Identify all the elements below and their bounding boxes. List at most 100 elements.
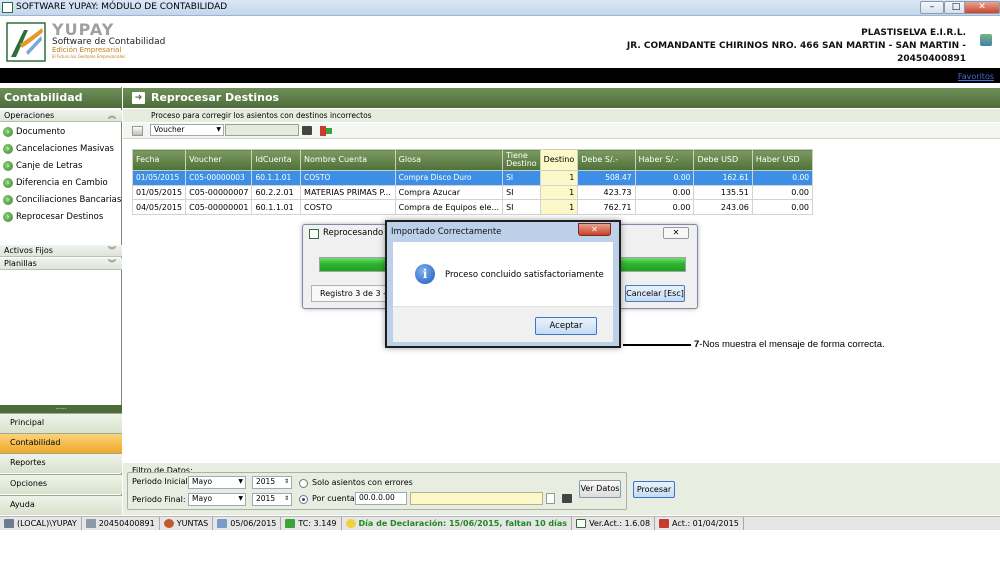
message-footer: Aceptar [393, 306, 613, 342]
export-icon[interactable] [320, 125, 332, 136]
binoculars-icon[interactable] [562, 494, 572, 503]
periodo-inicial-anio-stepper[interactable]: 2015 ⇕ [252, 476, 292, 489]
binoculars-icon[interactable] [302, 126, 312, 135]
sidebar-item-cancelaciones[interactable]: › Cancelaciones Masivas [3, 141, 114, 157]
arrow-right-icon: › [3, 161, 13, 171]
section-planillas[interactable]: Planillas ︾ [0, 258, 122, 270]
sidebar-item-reprocesar[interactable]: › Reprocesar Destinos [3, 209, 103, 225]
tab-principal[interactable]: Principal [0, 413, 122, 433]
accept-button[interactable]: Aceptar [535, 317, 597, 335]
section-activos-fijos[interactable]: Activos Fijos ︾ [0, 245, 122, 257]
sidebar-item-label: Reprocesar Destinos [16, 212, 104, 222]
ver-datos-button[interactable]: Ver Datos [579, 480, 621, 498]
cell-debe-usd: 243.06 [693, 199, 753, 215]
chevron-up-icon: ︽ [108, 111, 116, 120]
sidebar-item-canje[interactable]: › Canje de Letras [3, 158, 82, 174]
col-voucher[interactable]: Voucher [185, 149, 253, 171]
col-haber-soles[interactable]: Haber S/.- [634, 149, 695, 171]
annotation-caption: -Nos muestra el mensaje de forma correct… [699, 339, 885, 350]
company-address: JR. COMANDANTE CHIRINOS NRO. 466 SAN MAR… [626, 41, 966, 51]
message-close-button[interactable]: ✕ [578, 223, 611, 236]
cell-glosa: Compra Azucar [394, 184, 504, 201]
table-row[interactable]: 01/05/2015 C05-00000003 60.1.1.01 COSTO … [131, 170, 814, 186]
radio-por-cuenta[interactable] [299, 495, 308, 504]
cell-voucher: C05-00000007 [185, 184, 253, 201]
tab-ayuda[interactable]: Ayuda [0, 495, 122, 515]
cell-tiene-destino: SI [502, 199, 541, 215]
tab-opciones[interactable]: Opciones [0, 474, 122, 494]
cell-fecha: 01/05/2015 [131, 170, 187, 186]
periodo-inicial-mes-value: Mayo [192, 477, 213, 486]
col-tiene-destino[interactable]: Tiene Destino [502, 149, 541, 171]
status-bar: (LOCAL)\YUPAY 20450400891 YUNTAS 05/06/2… [0, 516, 1000, 530]
col-fecha[interactable]: Fecha [131, 149, 187, 171]
sidebar-splitter[interactable]: ...... [0, 405, 122, 413]
favorites-link[interactable]: Favoritos [958, 72, 994, 81]
cell-debe-soles: 762.71 [577, 199, 636, 215]
status-server-text: (LOCAL)\YUPAY [17, 519, 77, 528]
status-version-text: Ver.Act.: 1.6.08 [589, 519, 651, 528]
arrow-right-icon: › [3, 195, 13, 205]
minimize-button[interactable]: – [920, 1, 944, 14]
table-row[interactable]: 01/05/2015 C05-00000007 60.2.2.01 MATERI… [131, 184, 814, 201]
cell-glosa: Compra Disco Duro [394, 170, 504, 186]
cancel-button[interactable]: Cancelar [Esc] [625, 285, 685, 302]
sidebar-item-documento[interactable]: › Documento [3, 124, 65, 140]
cell-destino[interactable]: 1 [539, 170, 579, 186]
voucher-filter-input[interactable] [225, 124, 299, 136]
progress-close-button[interactable]: ✕ [663, 227, 689, 239]
col-destino[interactable]: Destino [539, 149, 579, 171]
voucher-select[interactable]: Voucher ▼ [150, 124, 224, 136]
cell-destino[interactable]: 1 [539, 184, 579, 201]
annotation-text: 7-Nos muestra el mensaje de forma correc… [694, 339, 885, 350]
app-icon [2, 2, 13, 13]
periodo-final-mes-select[interactable]: Mayo ▼ [188, 493, 246, 506]
status-date: 05/06/2015 [213, 517, 282, 530]
app-icon [576, 519, 587, 528]
col-debe-usd[interactable]: Debe USD [693, 149, 753, 171]
chevron-down-icon: ︾ [108, 259, 116, 268]
dropdown-arrow-icon: ▼ [216, 126, 221, 133]
periodo-final-anio-stepper[interactable]: 2015 ⇕ [252, 493, 292, 506]
periodo-inicial-label: Periodo Inicial: [132, 477, 191, 486]
col-debe-soles[interactable]: Debe S/.- [577, 149, 636, 171]
section-activos-label: Activos Fijos [4, 246, 53, 255]
checkbox[interactable] [546, 493, 555, 504]
cell-voucher: C05-00000003 [185, 170, 253, 186]
cell-destino[interactable]: 1 [539, 199, 579, 215]
refresh-icon[interactable] [132, 126, 143, 136]
radio-por-cuenta-label: Por cuenta [312, 494, 355, 503]
close-window-button[interactable]: ✕ [964, 1, 1000, 14]
cuenta-input[interactable]: 00.0.0.00 [355, 492, 407, 505]
col-idcuenta[interactable]: IdCuenta [251, 149, 302, 171]
col-haber-usd[interactable]: Haber USD [751, 149, 814, 171]
sidebar-item-label: Conciliaciones Bancarias [16, 195, 122, 205]
status-tc-text: TC: 3.149 [298, 519, 337, 528]
sidebar-item-conciliaciones[interactable]: › Conciliaciones Bancarias [3, 192, 121, 208]
section-operaciones[interactable]: Operaciones ︽ [0, 110, 122, 122]
radio-solo-errores[interactable] [299, 479, 308, 488]
voucher-grid: Fecha Voucher IdCuenta Nombre Cuenta Glo… [131, 149, 814, 215]
cell-idcuenta: 60.1.1.01 [251, 199, 302, 215]
arrow-right-icon: › [3, 127, 13, 137]
database-icon[interactable] [980, 34, 992, 46]
sidebar-item-diferencia[interactable]: › Diferencia en Cambio [3, 175, 108, 191]
periodo-inicial-mes-select[interactable]: Mayo ▼ [188, 476, 246, 489]
status-user: YUNTAS [160, 517, 214, 530]
cell-idcuenta: 60.1.1.01 [251, 170, 302, 186]
col-glosa[interactable]: Glosa [394, 149, 504, 171]
progress-dialog-title: Reprocesando D [323, 228, 393, 238]
tab-reportes[interactable]: Reportes [0, 453, 122, 473]
cell-fecha: 01/05/2015 [131, 184, 187, 201]
lightbulb-icon [345, 519, 356, 528]
tab-contabilidad[interactable]: Contabilidad [0, 433, 122, 453]
cuenta-description-field[interactable] [410, 492, 543, 505]
table-row[interactable]: 04/05/2015 C05-00000001 60.1.1.01 COSTO … [131, 199, 814, 215]
annotation-line [623, 344, 691, 346]
status-act-text: Act.: 01/04/2015 [672, 519, 739, 528]
procesar-button[interactable]: Procesar [633, 481, 675, 498]
status-ruc: 20450400891 [82, 517, 160, 530]
col-nombre-cuenta[interactable]: Nombre Cuenta [300, 149, 396, 171]
cell-fecha: 04/05/2015 [131, 199, 187, 215]
chevron-down-icon: ︾ [108, 246, 116, 255]
